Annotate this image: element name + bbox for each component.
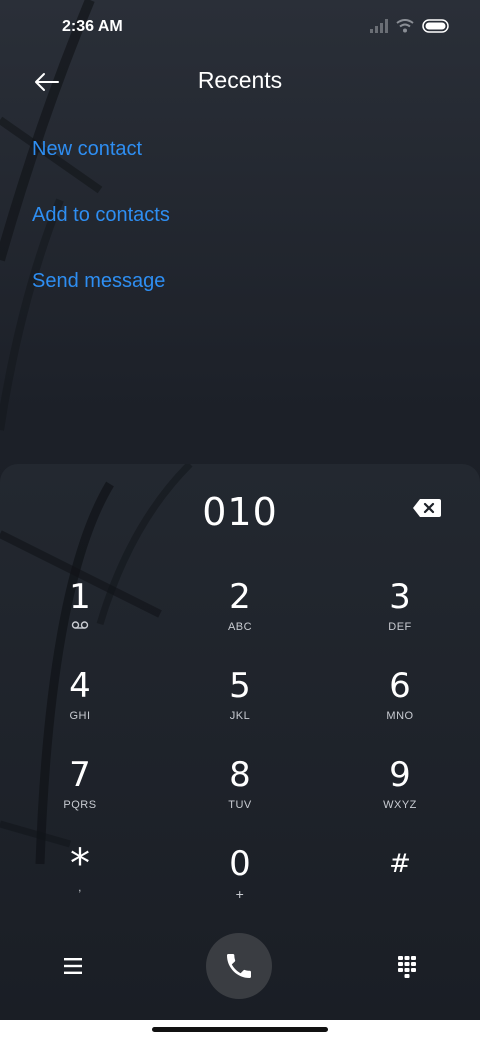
key-star[interactable]: * , [10,841,150,925]
key-letters: + [235,886,245,902]
key-7[interactable]: 7 PQRS [10,756,150,836]
wifi-icon [396,19,414,33]
key-digit: * [70,841,90,887]
status-time: 2:36 AM [62,18,123,35]
status-icons [370,19,450,33]
voicemail-icon [10,620,150,634]
key-digit: 7 [69,755,91,795]
key-letters: TUV [228,799,252,811]
dialed-number: 010 [202,490,278,534]
key-digit: 9 [389,755,411,795]
page-title: Recents [197,67,283,93]
dialpad-grid-icon [398,956,416,978]
signal-icon [370,19,388,33]
key-8[interactable]: 8 TUV [170,756,310,836]
key-digit: 1 [69,577,91,617]
send-message-link[interactable]: Send message [32,270,165,293]
phone-icon [227,954,251,978]
dialer-screen: 2:36 AM Recents New contact Add to conta… [0,0,480,1040]
key-1[interactable]: 1 [10,578,150,658]
key-letters: MNO [386,710,414,722]
backspace-icon [413,499,441,517]
key-5[interactable]: 5 JKL [170,667,310,747]
key-letters: JKL [229,710,251,722]
key-6[interactable]: 6 MNO [330,667,470,747]
key-digit: # [389,849,411,879]
key-digit: 8 [229,755,251,795]
key-digit: 0 [229,844,251,884]
battery-icon [422,19,449,33]
menu-button[interactable] [58,951,88,981]
key-letters: ABC [227,621,253,633]
add-to-contacts-link[interactable]: Add to contacts [32,204,170,227]
backspace-button[interactable] [412,498,442,518]
key-4[interactable]: 4 GHI [10,667,150,747]
key-digit: 3 [389,577,411,617]
key-letters: , [78,882,82,894]
key-digit: 5 [229,666,251,706]
key-letters: WXYZ [383,799,417,811]
key-3[interactable]: 3 DEF [330,578,470,658]
key-digit: 4 [69,666,91,706]
dialpad-panel: 010 1 2 ABC 3 DEF 4 GHI 5 JKL 6 MNO 7 PQ… [0,464,480,1020]
key-letters: DEF [388,621,412,633]
key-2[interactable]: 2 ABC [170,578,310,658]
navigation-bar [0,1020,480,1040]
new-contact-link[interactable]: New contact [32,138,142,161]
key-9[interactable]: 9 WXYZ [330,756,470,836]
key-0[interactable]: 0 + [170,845,310,925]
key-letters: PQRS [63,799,97,811]
menu-icon [64,958,82,974]
key-hash[interactable]: # [330,845,470,925]
home-indicator[interactable] [152,1027,328,1032]
call-button[interactable] [206,933,272,999]
key-digit: 6 [389,666,411,706]
status-bar: 2:36 AM [0,0,480,56]
key-letters: GHI [69,710,91,722]
dialpad-toggle-button[interactable] [392,951,422,981]
key-digit: 2 [229,577,251,617]
